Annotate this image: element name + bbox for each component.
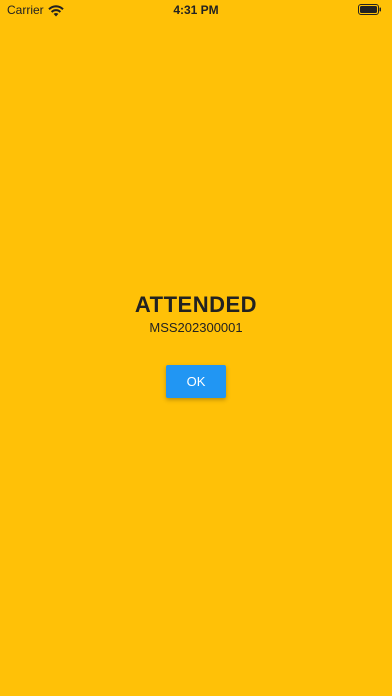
battery-icon (358, 4, 382, 15)
ok-button[interactable]: OK (166, 365, 226, 398)
status-time: 4:31 PM (173, 3, 219, 17)
page-title: ATTENDED (134, 292, 258, 317)
record-id: MSS202300001 (149, 320, 243, 335)
attendance-result: ATTENDED MSS202300001 (0, 292, 392, 336)
status-bar: Carrier 4:31 PM (0, 0, 392, 20)
